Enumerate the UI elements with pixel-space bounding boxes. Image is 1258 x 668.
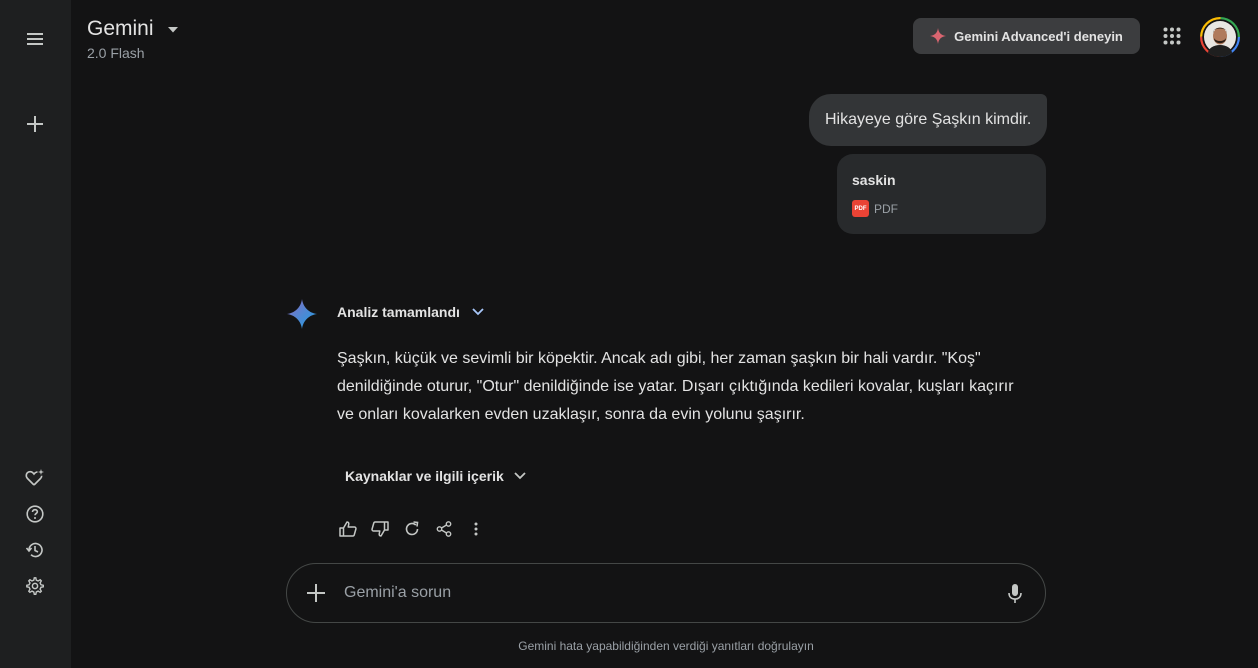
more-vert-icon [474, 522, 478, 536]
thumbs-up-button[interactable] [333, 515, 363, 543]
menu-icon [27, 33, 43, 45]
prompt-bar [286, 563, 1046, 623]
help-button[interactable] [17, 496, 53, 532]
refresh-icon [405, 521, 419, 536]
caret-down-icon [167, 27, 178, 33]
response-line: denildiğinde oturur, "Otur" denildiğinde… [337, 378, 1014, 395]
plus-icon [307, 584, 325, 602]
apps-grid-icon [1163, 27, 1181, 45]
share-icon [436, 521, 452, 537]
history-icon [26, 542, 43, 558]
prompt-input[interactable] [344, 578, 984, 608]
model-name: 2.0 Flash [87, 45, 145, 61]
try-advanced-button[interactable]: Gemini Advanced'i deneyin [913, 18, 1140, 54]
user-message-text: Hikayeye göre Şaşkın kimdir. [825, 111, 1032, 128]
thumbs-up-icon [339, 521, 357, 537]
thumbs-down-icon [371, 521, 389, 537]
attachment-name: saskin [852, 172, 896, 188]
sidebar [0, 0, 71, 668]
response-line: ve onları kovalarken evden uzaklaşır, so… [337, 406, 805, 423]
google-apps-button[interactable] [1158, 22, 1186, 50]
microphone-button[interactable] [1003, 581, 1027, 607]
sparkle-icon [930, 28, 947, 44]
response-actions [333, 515, 493, 543]
try-advanced-label: Gemini Advanced'i deneyin [954, 28, 1123, 44]
sources-toggle[interactable]: Kaynaklar ve ilgili içerik [345, 468, 526, 484]
menu-button[interactable] [17, 21, 53, 57]
microphone-icon [1008, 584, 1022, 603]
sources-label: Kaynaklar ve ilgili içerik [345, 468, 504, 484]
pdf-icon: PDF [852, 200, 869, 217]
response-line: Şaşkın, küçük ve sevimli bir köpektir. A… [337, 350, 981, 367]
settings-button[interactable] [17, 568, 53, 604]
plus-icon [27, 116, 43, 132]
model-response: Şaşkın, küçük ve sevimli bir köpektir. A… [337, 345, 1037, 429]
gem-manager-button[interactable] [17, 460, 53, 496]
gemini-sparkle-icon [287, 299, 317, 329]
more-options-button[interactable] [461, 515, 491, 543]
chevron-down-icon [472, 308, 484, 316]
help-icon [26, 505, 44, 523]
account-avatar-icon [1200, 17, 1240, 57]
analysis-toggle[interactable]: Analiz tamamlandı [337, 304, 484, 320]
app-title: Gemini [87, 17, 154, 40]
avatar[interactable] [1200, 17, 1240, 57]
attachment-type: PDF PDF [852, 200, 898, 217]
share-button[interactable] [429, 515, 459, 543]
add-attachment-button[interactable] [304, 581, 328, 605]
analysis-label: Analiz tamamlandı [337, 304, 460, 320]
attachment-type-label: PDF [874, 201, 898, 216]
chevron-down-icon [514, 472, 526, 480]
disclaimer: Gemini hata yapabildiğinden verdiği yanı… [518, 639, 814, 653]
activity-button[interactable] [17, 532, 53, 568]
new-chat-button[interactable] [17, 106, 53, 142]
heart-sparkle-icon [25, 469, 44, 486]
attachment-card[interactable]: saskin PDF PDF [837, 154, 1046, 234]
model-switcher[interactable]: Gemini [87, 17, 178, 41]
thumbs-down-button[interactable] [365, 515, 395, 543]
regenerate-button[interactable] [397, 515, 427, 543]
gear-icon [26, 577, 44, 595]
user-message: Hikayeye göre Şaşkın kimdir. [809, 94, 1048, 146]
